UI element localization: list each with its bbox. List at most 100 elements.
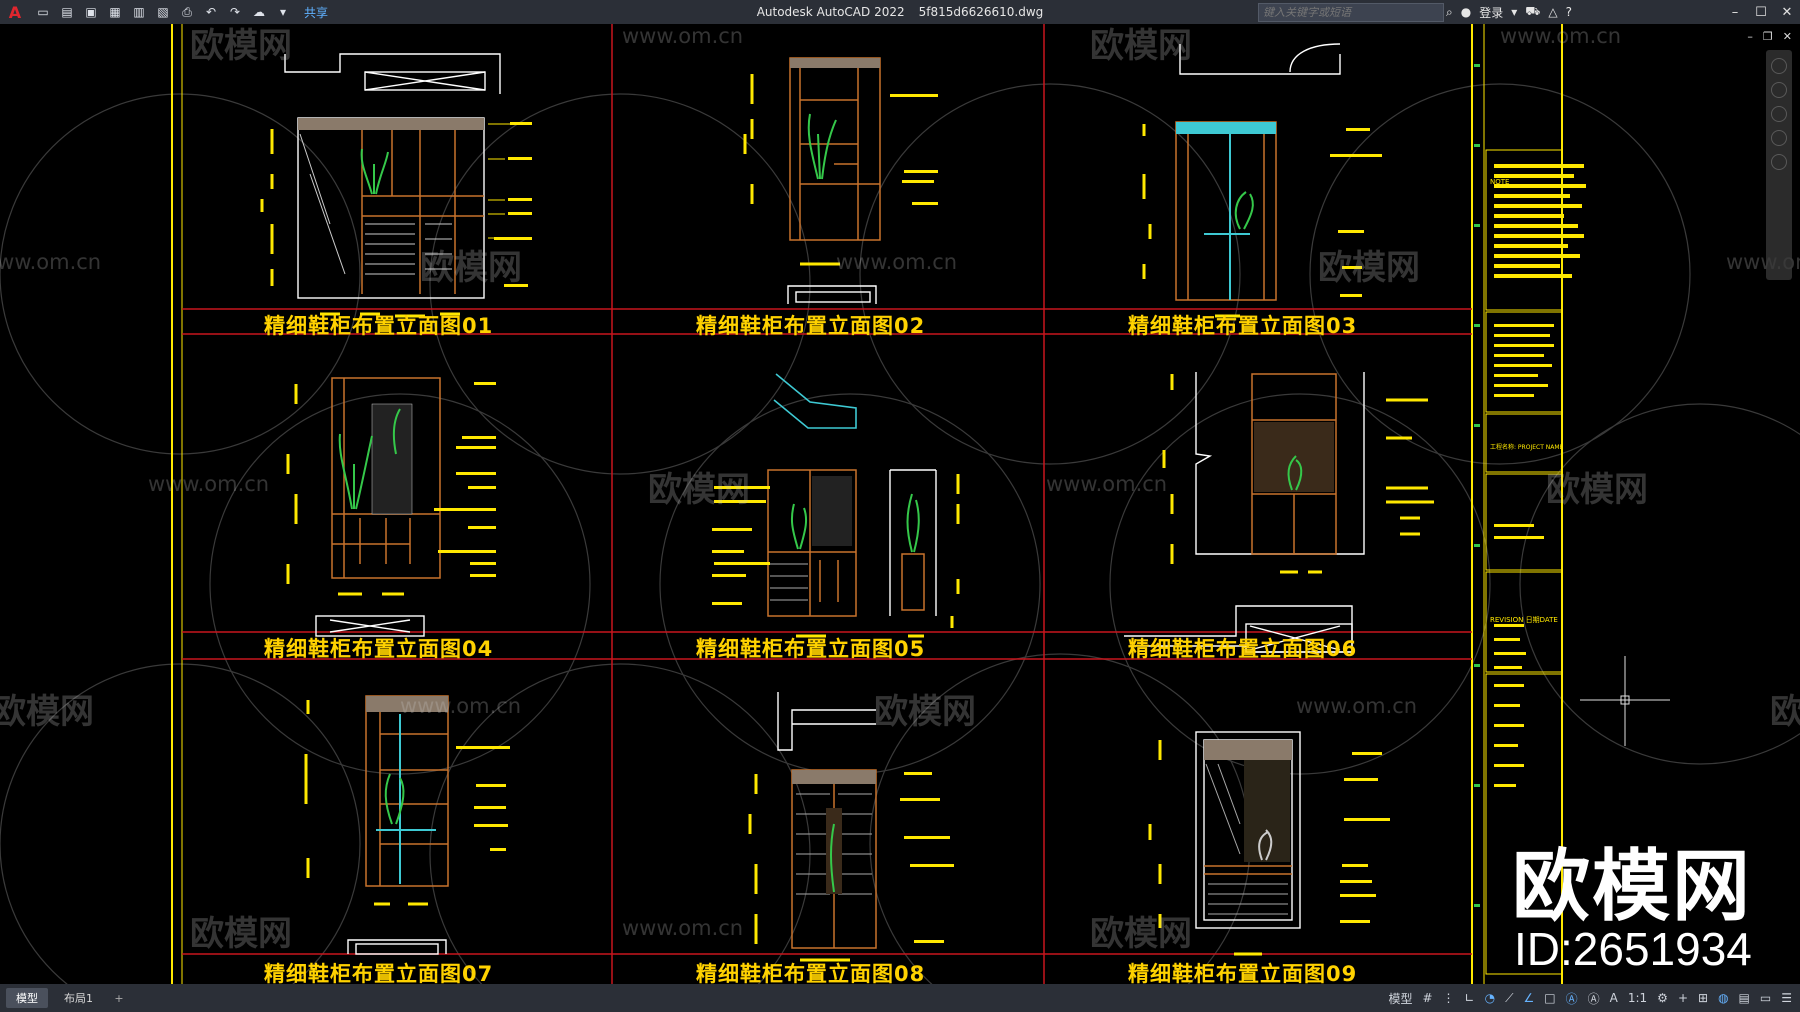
elevation-02-title: 精细鞋柜布置立面图02 <box>696 314 926 338</box>
autocad-logo-icon[interactable]: A <box>4 1 26 23</box>
publish-icon[interactable]: ▥ <box>130 3 148 21</box>
watermark-brand: 欧模网 <box>1318 248 1420 288</box>
search-icon[interactable]: ⌕ <box>1446 5 1453 20</box>
elevation-03-title: 精细鞋柜布置立面图03 <box>1128 314 1358 338</box>
title-block-project: 工程名称: PROJECT NAME <box>1490 443 1564 451</box>
grid-icon[interactable]: # <box>1422 991 1432 1005</box>
watermark-brand: 欧模网 <box>1770 692 1800 732</box>
watermark-url: www.om.cn <box>1500 24 1622 48</box>
object-snap-icon[interactable]: □ <box>1544 991 1555 1005</box>
zoom-icon[interactable] <box>1771 106 1787 122</box>
annotation-monitor-icon[interactable]: + <box>1678 991 1688 1005</box>
close-icon[interactable]: ✕ <box>1774 0 1800 24</box>
watermark-brand: 欧模网 <box>190 914 292 954</box>
save-icon[interactable]: ▣ <box>82 3 100 21</box>
elevation-07-title: 精细鞋柜布置立面图07 <box>264 962 494 984</box>
quick-access-toolbar: ▭ ▤ ▣ ▦ ▥ ▧ ⎙ ↶ ↷ ☁ ▾ 共享 <box>34 3 328 21</box>
model-space-button[interactable]: 模型 <box>1388 990 1412 1007</box>
status-bar: 模型 布局1 + 模型 # ⋮ ∟ ◔ ⟋ ∠ □ Ⓐ Ⓐ A 1:1 ⚙ + … <box>0 984 1800 1012</box>
watermark-brand: 欧模网 <box>1090 26 1192 66</box>
redo-icon[interactable]: ↷ <box>226 3 244 21</box>
elevation-04 <box>286 377 496 637</box>
pan-icon[interactable] <box>1771 82 1787 98</box>
login-button[interactable]: 登录 <box>1479 4 1503 21</box>
snap-icon[interactable]: ⋮ <box>1443 991 1455 1005</box>
user-icon[interactable]: ● <box>1461 5 1471 19</box>
object-snap-tracking-icon[interactable]: ∠ <box>1524 991 1535 1005</box>
elevation-04-title: 精细鞋柜布置立面图04 <box>264 637 494 661</box>
elevation-06-title: 精细鞋柜布置立面图06 <box>1128 637 1358 661</box>
annotation-scale-value[interactable]: 1:1 <box>1628 991 1647 1005</box>
title-bar: A ▭ ▤ ▣ ▦ ▥ ▧ ⎙ ↶ ↷ ☁ ▾ 共享 Autodesk Auto… <box>0 0 1800 24</box>
tab-layout1[interactable]: 布局1 <box>54 988 103 1008</box>
title-block-revision: REVISION 日期DATE <box>1490 616 1558 624</box>
units-icon[interactable]: ⊞ <box>1698 991 1708 1005</box>
viewport-close-icon[interactable]: ✕ <box>1783 30 1792 43</box>
status-tools: 模型 # ⋮ ∟ ◔ ⟋ ∠ □ Ⓐ Ⓐ A 1:1 ⚙ + ⊞ ◍ ▤ ▭ ☰ <box>1388 984 1792 1012</box>
isolate-objects-icon[interactable]: ◍ <box>1718 991 1728 1005</box>
customization-menu-icon[interactable]: ☰ <box>1781 991 1792 1005</box>
undo-icon[interactable]: ↶ <box>202 3 220 21</box>
polar-icon[interactable]: ◔ <box>1485 991 1495 1005</box>
elevation-09-title: 精细鞋柜布置立面图09 <box>1128 962 1358 984</box>
app-title: Autodesk AutoCAD 2022 <box>756 5 905 19</box>
watermark-url: www.om.cn <box>1296 694 1418 718</box>
watermark-brand: 欧模网 <box>874 692 976 732</box>
drawing-canvas[interactable]: NOTE 工程名称: PROJECT NAME REVISION 日期DATE <box>0 24 1800 984</box>
document-filename: 5f815d6626610.dwg <box>918 5 1044 19</box>
elevation-08-title: 精细鞋柜布置立面图08 <box>696 962 926 984</box>
share-button[interactable]: 共享 <box>304 4 328 21</box>
customize-dropdown-icon[interactable]: ▾ <box>274 3 292 21</box>
watermark-url: www.om.cn <box>622 916 744 940</box>
watermark-url: www.om.cn <box>1046 472 1168 496</box>
open-folder-icon[interactable]: ▤ <box>58 3 76 21</box>
plot-icon[interactable]: ⎙ <box>178 3 196 21</box>
brand-id: ID:2651934 <box>1514 923 1752 975</box>
add-layout-icon[interactable]: + <box>111 992 127 1005</box>
watermark-url: www.om.cn <box>148 472 270 496</box>
watermark-url: www.om.cn <box>622 24 744 48</box>
brand-watermark: 欧模网 <box>1512 842 1753 932</box>
watermark-url: www.om.cn <box>836 250 958 274</box>
annotation-scale-icon[interactable]: A <box>1610 991 1618 1005</box>
strip-markers <box>1474 64 1480 907</box>
auto-scale-icon[interactable]: Ⓐ <box>1588 990 1600 1007</box>
elevation-01-title: 精细鞋柜布置立面图01 <box>264 314 494 338</box>
watermark-brand: 欧模网 <box>190 26 292 66</box>
right-tools: ⌕ ● 登录 ▾ ⛟ △ ? <box>1446 0 1572 24</box>
watermark-brand: 欧模网 <box>420 248 522 288</box>
watermark-url: www.om.cn <box>400 694 522 718</box>
viewport-controls: – ❐ ✕ <box>1747 30 1792 43</box>
title-block-note: NOTE <box>1490 178 1509 186</box>
save-as-icon[interactable]: ▦ <box>106 3 124 21</box>
viewport-restore-icon[interactable]: ❐ <box>1763 30 1773 43</box>
tab-model[interactable]: 模型 <box>6 988 48 1008</box>
search-input[interactable] <box>1258 3 1444 22</box>
export-icon[interactable]: ▧ <box>154 3 172 21</box>
autodesk-a360-icon[interactable]: △ <box>1548 5 1557 19</box>
steering-wheel-icon[interactable] <box>1771 58 1787 74</box>
cart-icon[interactable]: ⛟ <box>1525 4 1540 20</box>
help-icon[interactable]: ? <box>1566 5 1572 19</box>
chevron-down-icon[interactable]: ▾ <box>1511 5 1517 19</box>
ortho-icon[interactable]: ∟ <box>1465 991 1475 1005</box>
viewport-minimize-icon[interactable]: – <box>1747 30 1753 43</box>
watermark-brand: 欧模网 <box>1546 470 1648 510</box>
workspace-gear-icon[interactable]: ⚙ <box>1657 991 1668 1005</box>
new-file-icon[interactable]: ▭ <box>34 3 52 21</box>
elevation-06 <box>1124 372 1434 653</box>
minimize-icon[interactable]: – <box>1722 0 1748 24</box>
workspace-icon[interactable]: ☁ <box>250 3 268 21</box>
search-area <box>1258 3 1444 22</box>
hardware-acceleration-icon[interactable]: ▤ <box>1739 991 1750 1005</box>
showmotion-icon[interactable] <box>1771 154 1787 170</box>
watermark-url: www.om.cn <box>0 250 102 274</box>
watermark-brand: 欧模网 <box>648 470 750 510</box>
navigation-bar[interactable] <box>1766 50 1792 280</box>
isodraft-icon[interactable]: ⟋ <box>1505 991 1513 1006</box>
annotation-visibility-icon[interactable]: Ⓐ <box>1566 990 1578 1007</box>
orbit-icon[interactable] <box>1771 130 1787 146</box>
elevation-07 <box>304 695 510 955</box>
clean-screen-icon[interactable]: ▭ <box>1760 991 1771 1005</box>
maximize-icon[interactable]: ☐ <box>1748 0 1774 24</box>
